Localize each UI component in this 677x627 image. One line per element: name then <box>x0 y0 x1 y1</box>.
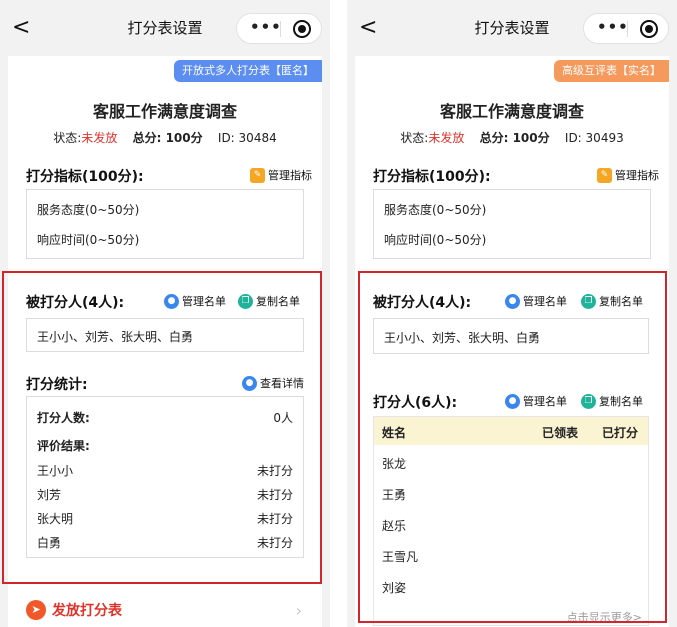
status-label: 状态: <box>400 131 429 145</box>
capsule-divider <box>627 21 628 37</box>
edit-criteria-icon: ✎ <box>597 167 612 183</box>
publish-button[interactable]: ➤ 发放打分表 <box>26 600 122 620</box>
miniprogram-capsule: ••• <box>236 13 322 44</box>
survey-title: 客服工作满意度调查 <box>92 102 237 121</box>
more-menu-icon[interactable]: ••• <box>250 18 282 36</box>
criteria-list: 服务态度(0~50分) 响应时间(0~50分) <box>26 189 304 259</box>
manage-criteria-button[interactable]: ✎ 管理指标 <box>250 167 312 183</box>
criteria-item: 服务态度(0~50分) <box>384 203 487 217</box>
manage-criteria-button[interactable]: ✎ 管理指标 <box>597 167 659 183</box>
survey-title: 客服工作满意度调查 <box>439 102 584 121</box>
edit-criteria-icon: ✎ <box>250 167 265 183</box>
criteria-item: 服务态度(0~50分) <box>37 203 140 217</box>
nav-bar: < 打分表设置 ••• <box>0 0 330 56</box>
total-score: 总分: 100分 <box>479 131 550 145</box>
criteria-item: 响应时间(0~50分) <box>384 233 487 247</box>
criteria-item: 响应时间(0~50分) <box>37 233 140 247</box>
total-score: 总分: 100分 <box>132 131 203 145</box>
miniprogram-capsule: ••• <box>583 13 669 44</box>
survey-meta: 状态:未发放 总分: 100分 ID: 30484 <box>8 129 322 146</box>
type-badge: 高级互评表【实名】 <box>554 60 669 82</box>
more-menu-icon[interactable]: ••• <box>597 18 629 36</box>
close-target-icon[interactable] <box>640 20 658 38</box>
highlight-frame <box>358 271 667 623</box>
type-badge: 开放式多人打分表【匿名】 <box>174 60 322 82</box>
nav-bar: < 打分表设置 ••• <box>347 0 677 56</box>
close-target-icon[interactable] <box>293 20 311 38</box>
survey-meta: 状态:未发放 总分: 100分 ID: 30493 <box>355 129 669 146</box>
highlight-frame <box>2 271 322 584</box>
status-label: 状态: <box>53 131 82 145</box>
survey-id: ID: 30493 <box>564 131 624 145</box>
publish-label: 发放打分表 <box>52 603 122 619</box>
criteria-title: 打分指标(100分): <box>373 169 491 185</box>
left-phone-screen: < 打分表设置 ••• 开放式多人打分表【匿名】 客服工作满意度调查 状态:未发… <box>0 0 330 627</box>
right-phone-screen: < 打分表设置 ••• 高级互评表【实名】 客服工作满意度调查 状态:未发放 总… <box>347 0 677 627</box>
status-value: 未发放 <box>81 131 118 145</box>
capsule-divider <box>280 21 281 37</box>
manage-criteria-label: 管理指标 <box>615 169 659 182</box>
send-icon: ➤ <box>26 600 46 620</box>
manage-criteria-label: 管理指标 <box>268 169 312 182</box>
status-value: 未发放 <box>428 131 465 145</box>
criteria-list: 服务态度(0~50分) 响应时间(0~50分) <box>373 189 651 259</box>
chevron-right-icon: › <box>295 601 302 620</box>
survey-id: ID: 30484 <box>217 131 277 145</box>
criteria-title: 打分指标(100分): <box>26 169 144 185</box>
